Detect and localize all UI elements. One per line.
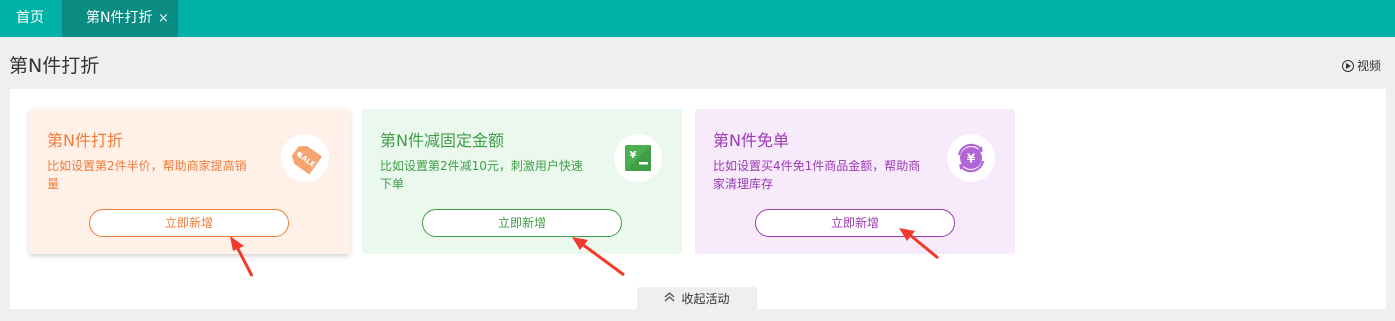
annotation-arrows <box>230 228 939 277</box>
red-arrow-icon <box>572 237 625 277</box>
red-arrow-icon <box>899 228 939 260</box>
red-arrow-icon <box>230 236 254 277</box>
